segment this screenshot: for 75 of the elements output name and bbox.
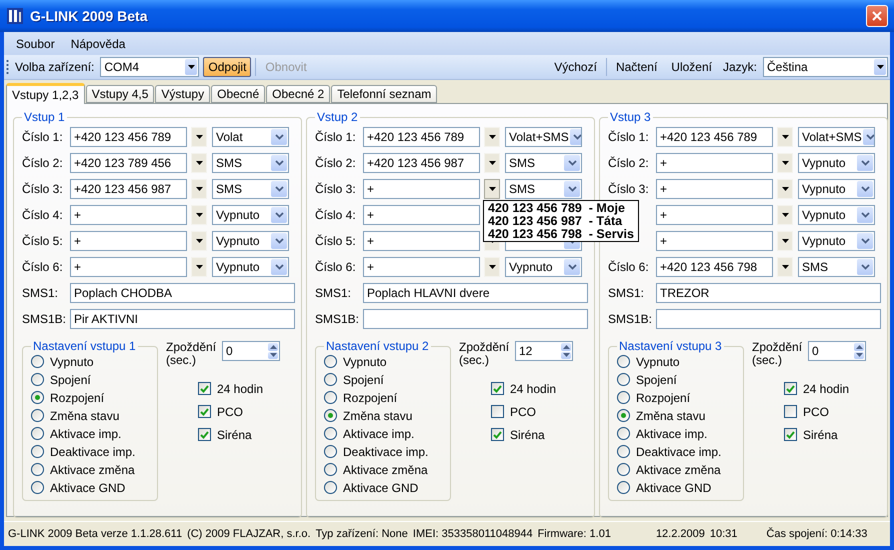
option-label: Vypnuto <box>50 354 94 368</box>
group-title: Vstup 2 <box>316 110 359 124</box>
field-label: SMS1B: <box>315 312 359 326</box>
field-label: Číslo 2: <box>315 156 357 170</box>
option-label: Změna stavu <box>50 408 120 422</box>
field-label: SMS1B: <box>608 312 652 326</box>
option-label: Vypnuto <box>343 354 387 368</box>
checkbox-label: PCO <box>510 404 536 418</box>
checkbox-label: 24 hodin <box>510 382 556 396</box>
delay-label: Zpoždění (sec.) <box>752 341 804 367</box>
option-label: Aktivace změna <box>50 462 135 476</box>
field-label: Číslo 1: <box>315 130 357 144</box>
field-label: Číslo 6: <box>315 260 357 274</box>
status-text: G-LINK 2009 Beta verze 1.1.28.611 <box>8 528 182 540</box>
checkbox-label: PCO <box>803 404 830 418</box>
option-label: Rozpojení <box>50 390 104 404</box>
field-label: Číslo 2: <box>22 156 64 170</box>
option-label: Aktivace změna <box>636 462 721 476</box>
field-label: SMS1: <box>315 286 352 300</box>
option-label: Změna stavu <box>636 408 706 422</box>
field-label: Číslo 6: <box>22 260 64 274</box>
field-label: SMS1: <box>608 286 646 300</box>
option-label: Aktivace GND <box>636 480 712 494</box>
group-title: Nastavení vstupu 2 <box>325 339 430 353</box>
delay-label: Zpoždění (sec.) <box>459 341 510 367</box>
option-label: Změna stavu <box>343 408 412 422</box>
field-label: Číslo 3: <box>608 182 650 196</box>
checkbox-label: Siréna <box>510 428 545 442</box>
field-label: Číslo 3: <box>315 182 357 196</box>
field-label: Číslo 4: <box>315 208 357 222</box>
option-label: Spojení <box>50 372 91 386</box>
device-label: Volba zařízení: <box>14 60 96 74</box>
checkbox-label: PCO <box>217 404 244 418</box>
option-label: Rozpojení <box>636 390 690 404</box>
field-label: Číslo 4: <box>22 208 64 222</box>
option-label: Rozpojení <box>343 390 398 404</box>
field-label: Číslo 1: <box>22 130 64 144</box>
option-label: Aktivace GND <box>343 480 418 494</box>
language-label: Jazyk: <box>722 60 758 74</box>
field-label: Číslo 1: <box>608 130 650 144</box>
status-text: 12.2.2009 <box>656 528 705 540</box>
group-title: Nastavení vstupu 1 <box>32 339 137 353</box>
status-text: IMEI: 353358011048944 <box>412 528 533 540</box>
option-label: Deaktivace imp. <box>50 444 136 458</box>
delay-label: Zpoždění (sec.) <box>166 341 218 367</box>
option-label: Aktivace imp. <box>50 426 122 440</box>
field-label: Číslo 3: <box>22 182 64 196</box>
status-text: Firmware: 1.01 <box>538 528 611 540</box>
option-label: Aktivace změna <box>343 462 428 476</box>
field-label: Číslo 2: <box>608 156 650 170</box>
checkbox-label: 24 hodin <box>217 382 264 396</box>
option-label: Aktivace imp. <box>636 426 708 440</box>
field-label: Číslo 5: <box>315 234 357 248</box>
status-text: 10:31 <box>710 528 738 540</box>
option-label: Deaktivace imp. <box>343 444 428 458</box>
option-label: Spojení <box>636 372 677 386</box>
group-title: Vstup 1 <box>23 110 66 124</box>
status-text: (C) 2009 FLAJZAR, s.r.o. <box>187 528 311 540</box>
status-text: Typ zařízení: None <box>316 528 408 540</box>
option-label: Aktivace GND <box>50 480 126 494</box>
option-label: Vypnuto <box>636 354 680 368</box>
group-title: Vstup 3 <box>609 110 652 124</box>
option-label: Aktivace imp. <box>343 426 414 440</box>
window-title: G-LINK 2009 Beta <box>30 8 149 24</box>
field-label: Číslo 6: <box>608 260 650 274</box>
field-label: SMS1B: <box>22 312 66 326</box>
option-label: Spojení <box>343 372 384 386</box>
checkbox-label: Siréna <box>217 428 252 442</box>
status-text: Čas spojení: 0:14:33 <box>766 528 868 540</box>
checkbox-label: Siréna <box>803 428 838 442</box>
field-label: Číslo 5: <box>22 234 64 248</box>
field-label: SMS1: <box>22 286 60 300</box>
option-label: Deaktivace imp. <box>636 444 722 458</box>
checkbox-label: 24 hodin <box>803 382 850 396</box>
group-title: Nastavení vstupu 3 <box>618 339 723 353</box>
